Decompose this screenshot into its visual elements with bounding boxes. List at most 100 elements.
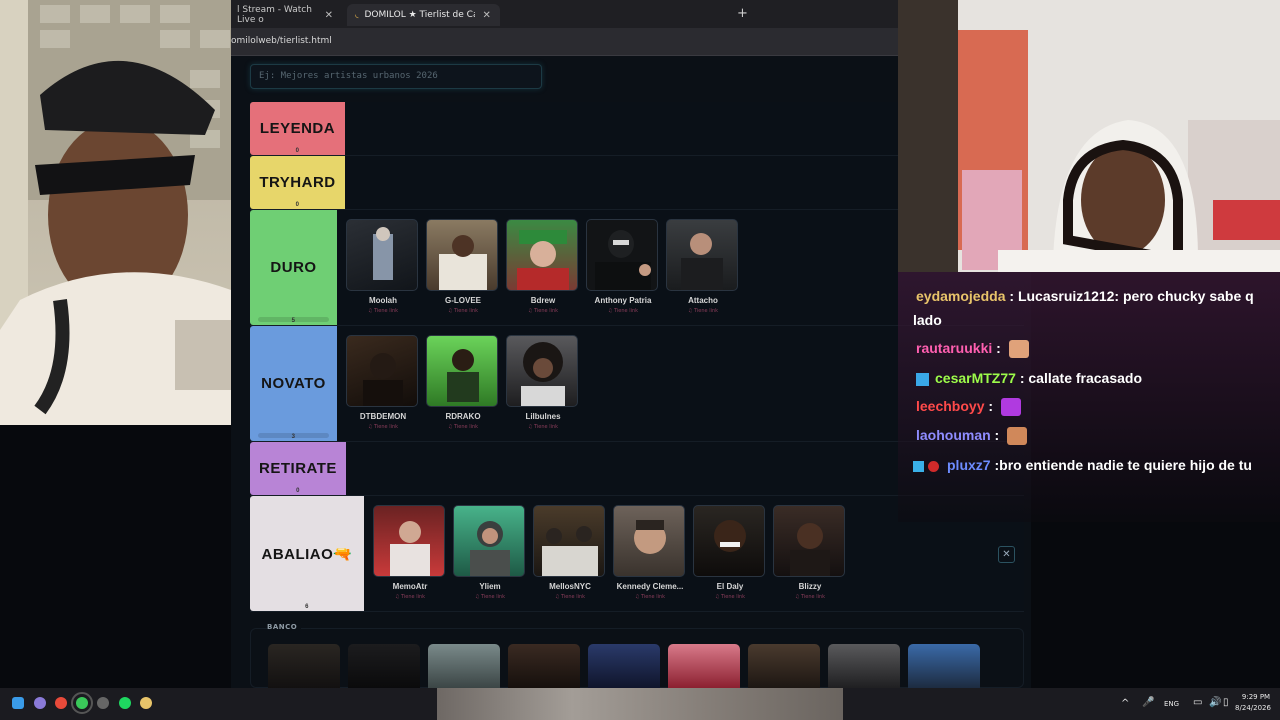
artist-photo: [373, 505, 445, 577]
tab-stream[interactable]: l Stream - Watch Live o ✕: [229, 4, 341, 26]
artist-card[interactable]: Kennedy Cleme... ♫ Tiene link: [613, 505, 687, 600]
artist-card[interactable]: Lilbulnes ♫ Tiene link: [506, 335, 580, 430]
spotify-icon[interactable]: [119, 697, 131, 709]
tier-label-retirate[interactable]: RETIRATE 0: [250, 442, 346, 495]
face-emote-icon: [1007, 427, 1028, 446]
artist-card[interactable]: MemoAtr ♫ Tiene link: [373, 505, 447, 600]
address-bar[interactable]: omilolweb/tierlist.html: [231, 28, 898, 56]
red-badge-icon: [928, 460, 939, 472]
artist-name: MellosNYC: [549, 582, 591, 591]
tier-name: DURO: [270, 259, 317, 276]
bank-artist-photo[interactable]: [828, 644, 900, 689]
language-indicator[interactable]: ENG: [1164, 700, 1179, 708]
chat-text: bro entiende nadie te quiere hijo de tu: [999, 457, 1252, 473]
artist-name: Lilbulnes: [525, 412, 561, 421]
network-icon[interactable]: ▭: [1193, 697, 1202, 708]
app-icon[interactable]: [140, 697, 152, 709]
artist-card[interactable]: Attacho ♫ Tiene link: [666, 219, 740, 314]
artist-name: RDRAKO: [445, 412, 481, 421]
tier-count: 0: [295, 202, 300, 208]
artist-link[interactable]: ♫ Tiene link: [666, 308, 740, 314]
artist-card[interactable]: El Daly ♫ Tiene link: [693, 505, 767, 600]
artist-link[interactable]: ♫ Tiene link: [453, 594, 527, 600]
artist-link[interactable]: ♫ Tiene link: [533, 594, 607, 600]
chat-message-continuation: lado: [913, 312, 942, 328]
artist-link[interactable]: ♫ Tiene link: [693, 594, 767, 600]
artist-card[interactable]: MellosNYC ♫ Tiene link: [533, 505, 607, 600]
bank-artist-photo[interactable]: [508, 644, 580, 689]
artist-link[interactable]: ♫ Tiene link: [346, 424, 420, 430]
app-icon[interactable]: [34, 697, 46, 709]
artist-photo: [426, 219, 498, 291]
link-text: Tiene link: [641, 594, 666, 600]
tier-label-tryhard[interactable]: TRYHARD 0: [250, 156, 345, 209]
artist-link[interactable]: ♫ Tiene link: [613, 594, 687, 600]
artist-link[interactable]: ♫ Tiene link: [426, 308, 500, 314]
obs-icon[interactable]: [97, 697, 109, 709]
tab-label: l Stream - Watch Live o: [237, 5, 312, 25]
artist-card[interactable]: Bdrew ♫ Tiene link: [506, 219, 580, 314]
chat-message: leechboyy :: [916, 398, 1021, 417]
bank-section: BANCO: [250, 623, 1024, 689]
start-icon[interactable]: [12, 697, 24, 709]
battery-icon[interactable]: ▯: [1223, 697, 1229, 708]
artist-card[interactable]: DTBDEMON ♫ Tiene link: [346, 335, 420, 430]
left-webcam-feed: [0, 0, 231, 425]
artist-link[interactable]: ♫ Tiene link: [346, 308, 420, 314]
new-tab-plus-icon[interactable]: +: [737, 6, 748, 21]
tier-label-leyenda[interactable]: LEYENDA 0: [250, 102, 345, 155]
artist-photo: [533, 505, 605, 577]
tier-name: RETIRATE: [259, 460, 337, 477]
tier-name: ABALIAO🔫: [261, 545, 353, 563]
artist-link[interactable]: ♫ Tiene link: [506, 424, 580, 430]
bank-artist-photo[interactable]: [428, 644, 500, 689]
volume-icon[interactable]: 🔊: [1209, 697, 1221, 708]
tier-count: 5: [291, 318, 296, 324]
artist-card[interactable]: G-LOVEE ♫ Tiene link: [426, 219, 500, 314]
bank-artist-photo[interactable]: [908, 644, 980, 689]
bank-artist-photo[interactable]: [748, 644, 820, 689]
link-text: Tiene link: [454, 308, 479, 314]
tier-label-novato[interactable]: NOVATO 3: [250, 326, 337, 441]
bank-artist-photo[interactable]: [668, 644, 740, 689]
link-text: Tiene link: [694, 308, 719, 314]
artist-name: Kennedy Cleme...: [616, 582, 684, 591]
artist-name: DTBDEMON: [359, 412, 407, 421]
artist-photo: [586, 219, 658, 291]
site-favicon-icon: ◟: [355, 10, 359, 20]
bank-artist-photo[interactable]: [268, 644, 340, 689]
tier-label-abaliao[interactable]: ABALIAO🔫 6: [250, 496, 364, 611]
artist-link[interactable]: ♫ Tiene link: [373, 594, 447, 600]
artist-link[interactable]: ♫ Tiene link: [426, 424, 500, 430]
chat-separator: :: [990, 427, 1004, 443]
artist-link[interactable]: ♫ Tiene link: [586, 308, 660, 314]
chevron-up-icon[interactable]: ^: [1121, 698, 1129, 709]
chrome-active-icon[interactable]: [71, 692, 93, 714]
chat-text: Lucasruiz1212: pero chucky sabe q: [1017, 288, 1254, 304]
tier-count: 3: [291, 434, 296, 440]
artist-link[interactable]: ♫ Tiene link: [506, 308, 580, 314]
close-icon[interactable]: ✕: [998, 546, 1015, 563]
chat-username: rautaruukki: [916, 340, 993, 356]
artist-card[interactable]: Blizzy ♫ Tiene link: [773, 505, 847, 600]
artist-name: Moolah: [369, 296, 397, 305]
microphone-icon[interactable]: 🎤: [1142, 697, 1154, 708]
tab-tierlist[interactable]: ◟ DOMILOL ★ Tierlist de Cantant ✕: [347, 4, 500, 26]
link-text: Tiene link: [801, 594, 826, 600]
link-text: Tiene link: [374, 424, 399, 430]
chat-message: rautaruukki :: [916, 340, 1029, 359]
close-tab-icon[interactable]: ✕: [325, 10, 333, 21]
bank-artist-photo[interactable]: [588, 644, 660, 689]
close-tab-icon[interactable]: ✕: [483, 10, 491, 21]
chrome-icon[interactable]: [55, 697, 67, 709]
artist-card[interactable]: RDRAKO ♫ Tiene link: [426, 335, 500, 430]
tier-label-duro[interactable]: DURO 5: [250, 210, 337, 325]
bank-artist-photo[interactable]: [348, 644, 420, 689]
tierlist-title-input[interactable]: Ej: Mejores artistas urbanos 2026: [250, 64, 542, 89]
artist-link[interactable]: ♫ Tiene link: [773, 594, 847, 600]
artist-card[interactable]: Yliem ♫ Tiene link: [453, 505, 527, 600]
clock-time[interactable]: 9:29 PM: [1236, 693, 1276, 701]
artist-card[interactable]: Anthony Patria ♫ Tiene link: [586, 219, 660, 314]
clock-date[interactable]: 8/24/2026: [1230, 704, 1276, 712]
artist-card[interactable]: Moolah ♫ Tiene link: [346, 219, 420, 314]
